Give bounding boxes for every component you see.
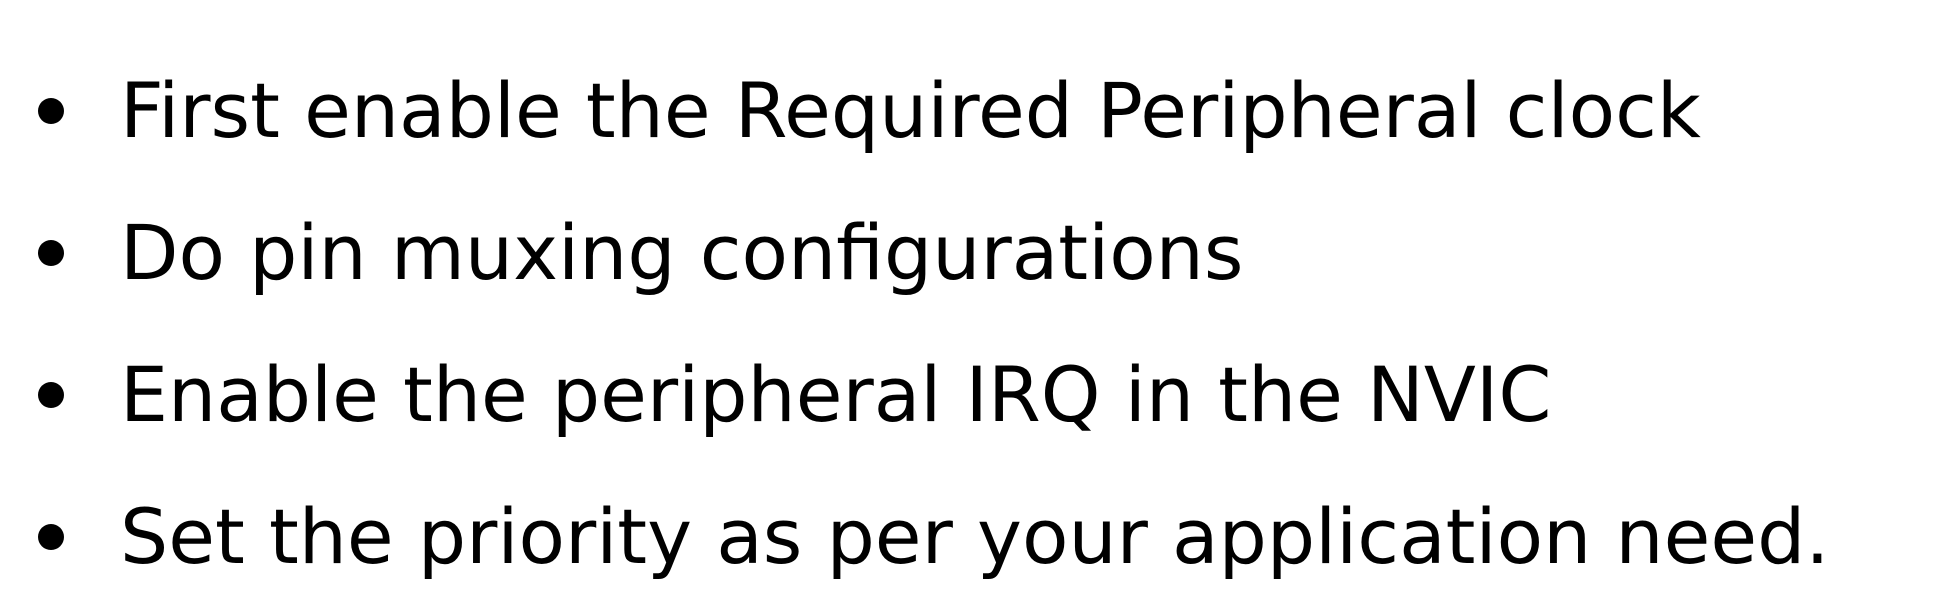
bullet-text: Do pin muxing configurations [120, 208, 1244, 297]
bullet-text: First enable the Required Peripheral clo… [120, 66, 1701, 155]
list-item: First enable the Required Peripheral clo… [38, 40, 1918, 182]
list-item: Enable the peripheral IRQ in the NVIC [38, 324, 1918, 466]
bullet-dot-icon [38, 98, 64, 124]
list-item: Set the priority as per your application… [38, 466, 1918, 608]
bullet-list: First enable the Required Peripheral clo… [38, 40, 1918, 608]
bullet-text: Set the priority as per your application… [120, 492, 1830, 581]
bullet-dot-icon [38, 240, 64, 266]
bullet-dot-icon [38, 382, 64, 408]
list-item: Do pin muxing configurations [38, 182, 1918, 324]
slide: First enable the Required Peripheral clo… [0, 0, 1942, 598]
bullet-dot-icon [38, 524, 64, 550]
bullet-text: Enable the peripheral IRQ in the NVIC [120, 350, 1552, 439]
